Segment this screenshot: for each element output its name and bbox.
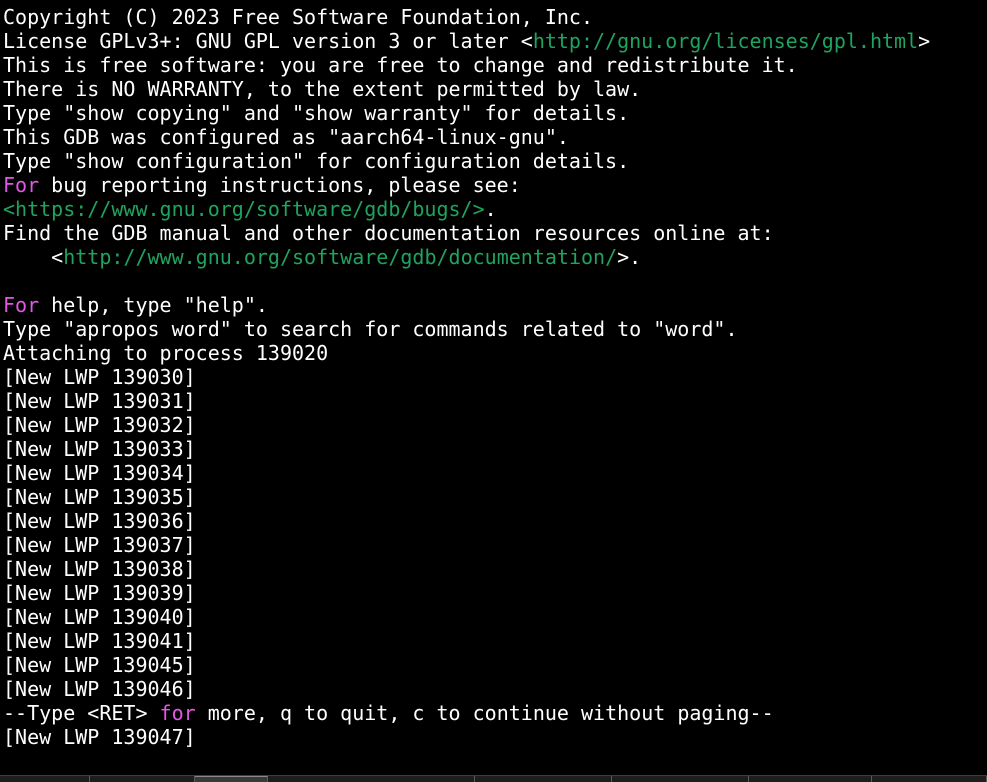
terminal-text: Find the GDB manual and other documentat… — [3, 221, 774, 245]
terminal-text: [New LWP 139035] — [3, 485, 196, 509]
terminal-text: [New LWP 139037] — [3, 533, 196, 557]
terminal-text: bug reporting instructions, please see: — [39, 173, 521, 197]
terminal-text: Type "apropos word" to search for comman… — [3, 317, 738, 341]
bottom-tab-7[interactable] — [749, 776, 872, 782]
terminal-line: This GDB was configured as "aarch64-linu… — [3, 125, 983, 149]
terminal-line: [New LWP 139040] — [3, 605, 983, 629]
terminal-line: <http://www.gnu.org/software/gdb/documen… — [3, 245, 983, 269]
bottom-tab-5[interactable] — [475, 776, 612, 782]
terminal-text: more, q to quit, c to continue without p… — [195, 701, 774, 725]
bottom-tab-4[interactable] — [268, 776, 475, 782]
terminal-text: [New LWP 139039] — [3, 581, 196, 605]
terminal-line: For help, type "help". — [3, 293, 983, 317]
bottom-tab-3[interactable] — [195, 776, 268, 782]
terminal-link[interactable]: <https://www.gnu.org/software/gdb/bugs/> — [3, 197, 485, 221]
terminal-keyword: For — [3, 173, 40, 197]
terminal-line: <https://www.gnu.org/software/gdb/bugs/>… — [3, 197, 983, 221]
bottom-tab-6[interactable] — [612, 776, 749, 782]
terminal-text: > — [918, 29, 931, 53]
bottom-tab-1[interactable] — [0, 776, 90, 782]
terminal-line: For bug reporting instructions, please s… — [3, 173, 983, 197]
terminal-line: [New LWP 139046] — [3, 677, 983, 701]
terminal-line: Find the GDB manual and other documentat… — [3, 221, 983, 245]
terminal-line: --Type <RET> for more, q to quit, c to c… — [3, 701, 983, 725]
terminal-line: [New LWP 139033] — [3, 437, 983, 461]
terminal-line: License GPLv3+: GNU GPL version 3 or lat… — [3, 29, 983, 53]
terminal-line: [New LWP 139030] — [3, 365, 983, 389]
terminal-text: >. — [617, 245, 642, 269]
terminal-text: [New LWP 139033] — [3, 437, 196, 461]
terminal-text: --Type <RET> — [3, 701, 160, 725]
terminal-text: [New LWP 139032] — [3, 413, 196, 437]
terminal-line: [New LWP 139035] — [3, 485, 983, 509]
terminal-line: [New LWP 139037] — [3, 533, 983, 557]
terminal-text: [New LWP 139036] — [3, 509, 196, 533]
terminal-text: There is NO WARRANTY, to the extent perm… — [3, 77, 642, 101]
terminal-text: Type "show configuration" for configurat… — [3, 149, 630, 173]
terminal-text: [New LWP 139034] — [3, 461, 196, 485]
terminal-line: [New LWP 139038] — [3, 557, 983, 581]
terminal-line: [New LWP 139041] — [3, 629, 983, 653]
terminal-line: Type "show configuration" for configurat… — [3, 149, 983, 173]
terminal-line: [New LWP 139036] — [3, 509, 983, 533]
terminal-text: Type "show copying" and "show warranty" … — [3, 101, 630, 125]
terminal-line: Type "show copying" and "show warranty" … — [3, 101, 983, 125]
terminal-line: [New LWP 139032] — [3, 413, 983, 437]
terminal-text: Copyright (C) 2023 Free Software Foundat… — [3, 5, 594, 29]
terminal-text: [New LWP 139045] — [3, 653, 196, 677]
terminal-text: [New LWP 139030] — [3, 365, 196, 389]
terminal-text: [New LWP 139047] — [3, 725, 196, 749]
terminal-link[interactable]: http://gnu.org/licenses/gpl.html — [533, 29, 918, 53]
terminal-text: [New LWP 139038] — [3, 557, 196, 581]
terminal-line: [New LWP 139039] — [3, 581, 983, 605]
terminal-line: [New LWP 139047] — [3, 725, 983, 749]
bottom-tab-2[interactable] — [90, 776, 195, 782]
terminal-text: . — [484, 197, 497, 221]
bottom-tab-strip — [0, 775, 987, 782]
bottom-tab-8[interactable] — [872, 776, 987, 782]
terminal-line: Attaching to process 139020 — [3, 341, 983, 365]
terminal-text: < — [3, 245, 64, 269]
terminal-line: [New LWP 139045] — [3, 653, 983, 677]
terminal-text: [New LWP 139040] — [3, 605, 196, 629]
terminal-line: [New LWP 139034] — [3, 461, 983, 485]
terminal-keyword: for — [159, 701, 196, 725]
terminal-text: [New LWP 139031] — [3, 389, 196, 413]
terminal-text: This GDB was configured as "aarch64-linu… — [3, 125, 569, 149]
terminal-text: [New LWP 139046] — [3, 677, 196, 701]
terminal-text: This is free software: you are free to c… — [3, 53, 798, 77]
terminal-line: This is free software: you are free to c… — [3, 53, 983, 77]
terminal-line: Copyright (C) 2023 Free Software Foundat… — [3, 5, 983, 29]
terminal-text: help, type "help". — [39, 293, 268, 317]
terminal-text: [New LWP 139041] — [3, 629, 196, 653]
terminal-keyword: For — [3, 293, 40, 317]
terminal-link[interactable]: http://www.gnu.org/software/gdb/document… — [63, 245, 617, 269]
terminal-line: Type "apropos word" to search for comman… — [3, 317, 983, 341]
terminal-text: Attaching to process 139020 — [3, 341, 329, 365]
terminal-line: There is NO WARRANTY, to the extent perm… — [3, 77, 983, 101]
terminal-line: [New LWP 139031] — [3, 389, 983, 413]
terminal-text: License GPLv3+: GNU GPL version 3 or lat… — [3, 29, 533, 53]
terminal-output[interactable]: Copyright (C) 2023 Free Software Foundat… — [3, 5, 983, 775]
